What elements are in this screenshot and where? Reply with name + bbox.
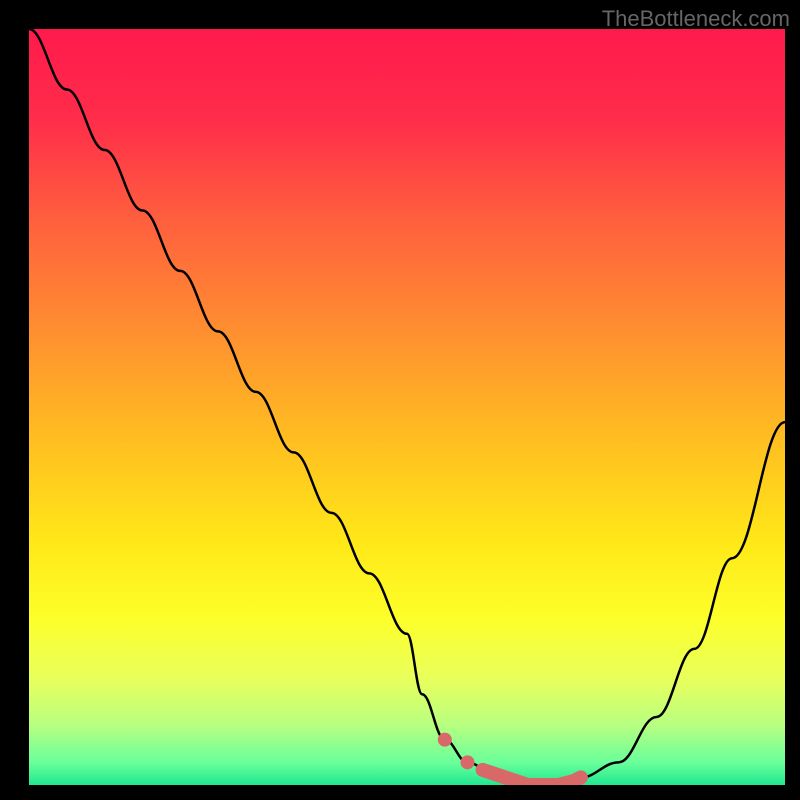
highlight-dot <box>460 755 474 769</box>
bottleneck-chart <box>29 29 785 785</box>
highlight-dot <box>438 733 452 747</box>
chart-background <box>29 29 785 785</box>
attribution-text: TheBottleneck.com <box>602 6 790 32</box>
